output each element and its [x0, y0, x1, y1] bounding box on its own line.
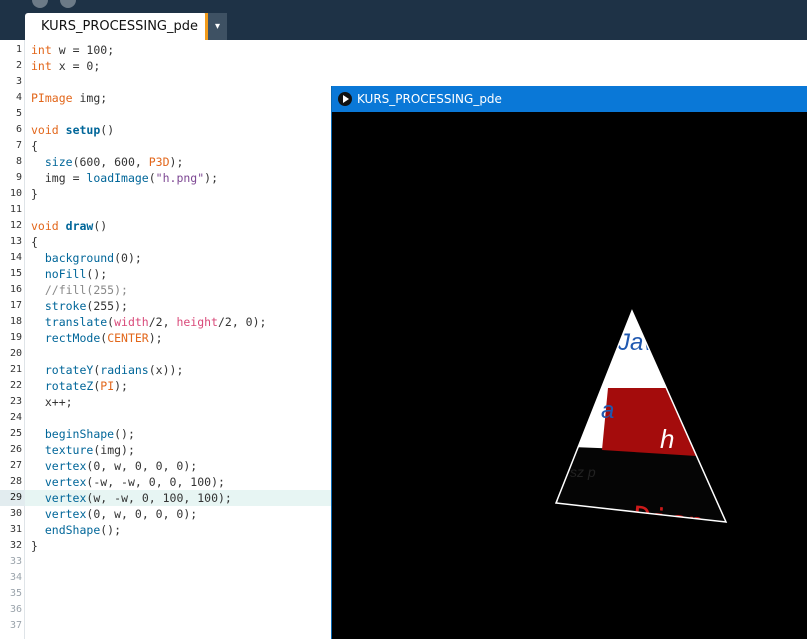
code-line[interactable]: PImage img;	[31, 90, 107, 106]
code-line[interactable]: vertex(0, w, 0, 0, 0);	[31, 458, 197, 474]
code-line[interactable]: beginShape();	[31, 426, 135, 442]
code-line[interactable]: texture(img);	[31, 442, 135, 458]
line-number: 28	[9, 476, 22, 487]
code-line[interactable]: int w = 100;	[31, 42, 114, 58]
line-number: 16	[9, 284, 22, 295]
code-line[interactable]: rectMode(CENTER);	[31, 330, 163, 346]
code-line[interactable]: }	[31, 186, 38, 202]
line-number: 11	[9, 204, 22, 215]
line-number: 4	[15, 92, 22, 103]
code-line[interactable]: {	[31, 138, 38, 154]
line-number: 32	[9, 540, 22, 551]
code-line[interactable]: noFill();	[31, 266, 107, 282]
sketch-titlebar[interactable]: KURS_PROCESSING_pde	[332, 86, 807, 112]
line-number: 10	[9, 188, 22, 199]
triangle-texture: Jav a sz p h Disp	[556, 311, 726, 542]
line-number: 35	[9, 588, 22, 599]
tab-menu-arrow-icon[interactable]: ▾	[208, 13, 227, 40]
line-number: 29	[9, 492, 22, 503]
line-number: 37	[9, 620, 22, 631]
stop-button[interactable]	[60, 0, 76, 8]
play-icon	[338, 92, 352, 106]
tab-kurs-processing[interactable]: KURS_PROCESSING_pde	[25, 13, 207, 40]
texture-text-sz: sz p	[570, 464, 596, 480]
code-line[interactable]: void setup()	[31, 122, 114, 138]
line-number: 8	[15, 156, 22, 167]
line-number: 23	[9, 396, 22, 407]
texture-text-disp: Disp	[631, 500, 707, 542]
line-number: 30	[9, 508, 22, 519]
code-line[interactable]: {	[31, 234, 38, 250]
texture-text-h: h	[660, 424, 674, 454]
code-line[interactable]: vertex(-w, -w, 0, 0, 100);	[31, 474, 225, 490]
code-line[interactable]: endShape();	[31, 522, 121, 538]
code-line[interactable]: size(600, 600, P3D);	[31, 154, 184, 170]
texture-text-a: a	[601, 397, 614, 424]
line-number: 1	[15, 44, 22, 55]
line-number: 31	[9, 524, 22, 535]
line-number: 36	[9, 604, 22, 615]
editor-toolbar: KURS_PROCESSING_pde ▾	[0, 0, 807, 40]
run-button[interactable]	[32, 0, 48, 8]
code-line[interactable]: int x = 0;	[31, 58, 100, 74]
code-line[interactable]: }	[31, 538, 38, 554]
line-number: 21	[9, 364, 22, 375]
code-line[interactable]: rotateZ(PI);	[31, 378, 128, 394]
line-number: 15	[9, 268, 22, 279]
line-number: 5	[15, 108, 22, 119]
line-number: 14	[9, 252, 22, 263]
line-number: 20	[9, 348, 22, 359]
sketch-window[interactable]: KURS_PROCESSING_pde Jav a sz p h Disp	[331, 86, 807, 639]
code-line[interactable]: rotateY(radians(x));	[31, 362, 184, 378]
code-line[interactable]: background(0);	[31, 250, 142, 266]
line-number: 17	[9, 300, 22, 311]
line-number: 6	[15, 124, 22, 135]
line-number: 2	[15, 60, 22, 71]
line-number: 7	[15, 140, 22, 151]
line-number: 27	[9, 460, 22, 471]
line-number: 25	[9, 428, 22, 439]
tab-label: KURS_PROCESSING_pde	[41, 19, 199, 34]
code-line[interactable]: vertex(0, w, 0, 0, 0);	[31, 506, 197, 522]
line-number: 26	[9, 444, 22, 455]
code-line[interactable]: vertex(w, -w, 0, 100, 100);	[31, 490, 232, 506]
code-line[interactable]: void draw()	[31, 218, 107, 234]
line-number: 9	[15, 172, 22, 183]
code-line[interactable]: img = loadImage("h.png");	[31, 170, 218, 186]
sketch-window-title: KURS_PROCESSING_pde	[357, 92, 502, 106]
code-line[interactable]: x++;	[31, 394, 73, 410]
line-number: 34	[9, 572, 22, 583]
line-number: 3	[15, 76, 22, 87]
line-number: 22	[9, 380, 22, 391]
code-line[interactable]: stroke(255);	[31, 298, 128, 314]
line-number: 24	[9, 412, 22, 423]
line-number: 19	[9, 332, 22, 343]
line-number: 33	[9, 556, 22, 567]
line-number: 18	[9, 316, 22, 327]
code-line[interactable]: translate(width/2, height/2, 0);	[31, 314, 267, 330]
line-number: 12	[9, 220, 22, 231]
textured-triangle: Jav a sz p h Disp	[554, 309, 728, 542]
code-line[interactable]: //fill(255);	[31, 282, 128, 298]
line-number: 13	[9, 236, 22, 247]
sketch-canvas[interactable]: Jav a sz p h Disp	[332, 112, 807, 639]
